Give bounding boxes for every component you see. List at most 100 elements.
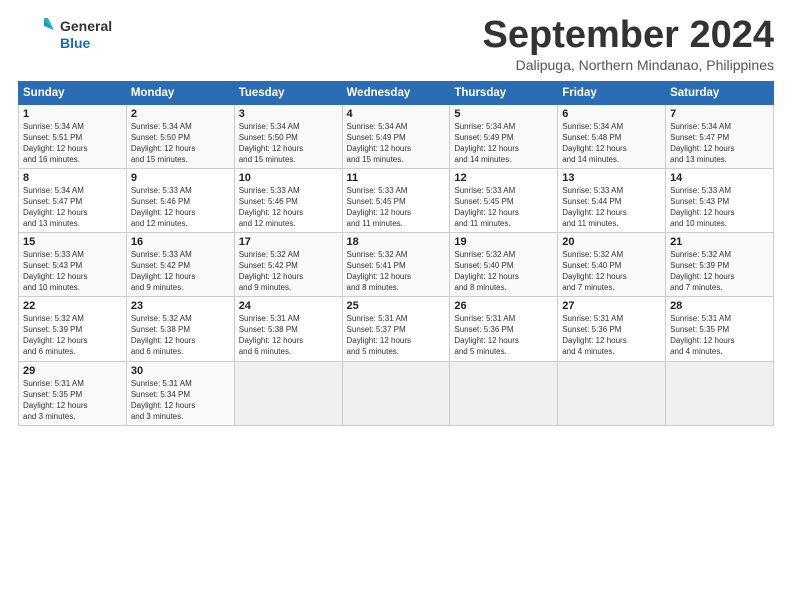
day-info: Sunrise: 5:34 AMSunset: 5:49 PMDaylight:…: [347, 121, 446, 165]
empty-cell: [666, 361, 774, 425]
day-number: 18: [347, 236, 446, 248]
day-info: Sunrise: 5:32 AMSunset: 5:38 PMDaylight:…: [131, 313, 230, 357]
day-info: Sunrise: 5:34 AMSunset: 5:50 PMDaylight:…: [239, 121, 338, 165]
day-cell: 3Sunrise: 5:34 AMSunset: 5:50 PMDaylight…: [234, 105, 342, 169]
day-number: 28: [670, 300, 769, 312]
month-title: September 2024: [483, 14, 775, 57]
day-cell: 7Sunrise: 5:34 AMSunset: 5:47 PMDaylight…: [666, 105, 774, 169]
title-block: September 2024Dalipuga, Northern Mindana…: [483, 14, 775, 73]
day-cell: 18Sunrise: 5:32 AMSunset: 5:41 PMDayligh…: [342, 233, 450, 297]
day-cell: 17Sunrise: 5:32 AMSunset: 5:42 PMDayligh…: [234, 233, 342, 297]
logo: GeneralBlue: [18, 14, 112, 55]
day-number: 15: [23, 236, 122, 248]
day-number: 30: [131, 365, 230, 377]
col-friday: Friday: [558, 82, 666, 105]
day-info: Sunrise: 5:31 AMSunset: 5:37 PMDaylight:…: [347, 313, 446, 357]
day-info: Sunrise: 5:34 AMSunset: 5:51 PMDaylight:…: [23, 121, 122, 165]
col-saturday: Saturday: [666, 82, 774, 105]
day-cell: 26Sunrise: 5:31 AMSunset: 5:36 PMDayligh…: [450, 297, 558, 361]
day-cell: 6Sunrise: 5:34 AMSunset: 5:48 PMDaylight…: [558, 105, 666, 169]
col-thursday: Thursday: [450, 82, 558, 105]
empty-cell: [234, 361, 342, 425]
calendar-table: SundayMondayTuesdayWednesdayThursdayFrid…: [18, 81, 774, 426]
day-number: 3: [239, 108, 338, 120]
day-info: Sunrise: 5:34 AMSunset: 5:47 PMDaylight:…: [670, 121, 769, 165]
day-number: 8: [23, 172, 122, 184]
day-number: 11: [347, 172, 446, 184]
day-cell: 4Sunrise: 5:34 AMSunset: 5:49 PMDaylight…: [342, 105, 450, 169]
day-number: 12: [454, 172, 553, 184]
day-info: Sunrise: 5:31 AMSunset: 5:35 PMDaylight:…: [670, 313, 769, 357]
col-sunday: Sunday: [19, 82, 127, 105]
empty-cell: [558, 361, 666, 425]
logo-icon: [18, 14, 54, 55]
day-cell: 14Sunrise: 5:33 AMSunset: 5:43 PMDayligh…: [666, 169, 774, 233]
day-info: Sunrise: 5:33 AMSunset: 5:46 PMDaylight:…: [131, 185, 230, 229]
day-number: 25: [347, 300, 446, 312]
day-info: Sunrise: 5:33 AMSunset: 5:45 PMDaylight:…: [454, 185, 553, 229]
day-info: Sunrise: 5:33 AMSunset: 5:44 PMDaylight:…: [562, 185, 661, 229]
day-number: 5: [454, 108, 553, 120]
day-info: Sunrise: 5:34 AMSunset: 5:50 PMDaylight:…: [131, 121, 230, 165]
day-cell: 22Sunrise: 5:32 AMSunset: 5:39 PMDayligh…: [19, 297, 127, 361]
logo-svg: [18, 14, 54, 50]
day-number: 24: [239, 300, 338, 312]
day-number: 20: [562, 236, 661, 248]
day-cell: 28Sunrise: 5:31 AMSunset: 5:35 PMDayligh…: [666, 297, 774, 361]
col-tuesday: Tuesday: [234, 82, 342, 105]
day-number: 13: [562, 172, 661, 184]
day-number: 29: [23, 365, 122, 377]
day-cell: 16Sunrise: 5:33 AMSunset: 5:42 PMDayligh…: [126, 233, 234, 297]
day-info: Sunrise: 5:31 AMSunset: 5:35 PMDaylight:…: [23, 378, 122, 422]
day-info: Sunrise: 5:33 AMSunset: 5:42 PMDaylight:…: [131, 249, 230, 293]
day-cell: 30Sunrise: 5:31 AMSunset: 5:34 PMDayligh…: [126, 361, 234, 425]
day-number: 17: [239, 236, 338, 248]
day-info: Sunrise: 5:32 AMSunset: 5:39 PMDaylight:…: [670, 249, 769, 293]
empty-cell: [450, 361, 558, 425]
day-cell: 27Sunrise: 5:31 AMSunset: 5:36 PMDayligh…: [558, 297, 666, 361]
page-container: GeneralBlue September 2024Dalipuga, North…: [0, 0, 792, 434]
day-cell: 25Sunrise: 5:31 AMSunset: 5:37 PMDayligh…: [342, 297, 450, 361]
day-number: 10: [239, 172, 338, 184]
day-cell: 13Sunrise: 5:33 AMSunset: 5:44 PMDayligh…: [558, 169, 666, 233]
day-number: 23: [131, 300, 230, 312]
day-info: Sunrise: 5:31 AMSunset: 5:36 PMDaylight:…: [562, 313, 661, 357]
day-info: Sunrise: 5:32 AMSunset: 5:40 PMDaylight:…: [454, 249, 553, 293]
day-info: Sunrise: 5:32 AMSunset: 5:40 PMDaylight:…: [562, 249, 661, 293]
day-info: Sunrise: 5:32 AMSunset: 5:42 PMDaylight:…: [239, 249, 338, 293]
day-info: Sunrise: 5:32 AMSunset: 5:39 PMDaylight:…: [23, 313, 122, 357]
col-wednesday: Wednesday: [342, 82, 450, 105]
day-cell: 20Sunrise: 5:32 AMSunset: 5:40 PMDayligh…: [558, 233, 666, 297]
day-cell: 11Sunrise: 5:33 AMSunset: 5:45 PMDayligh…: [342, 169, 450, 233]
day-number: 14: [670, 172, 769, 184]
day-cell: 5Sunrise: 5:34 AMSunset: 5:49 PMDaylight…: [450, 105, 558, 169]
col-monday: Monday: [126, 82, 234, 105]
day-cell: 29Sunrise: 5:31 AMSunset: 5:35 PMDayligh…: [19, 361, 127, 425]
day-cell: 8Sunrise: 5:34 AMSunset: 5:47 PMDaylight…: [19, 169, 127, 233]
day-info: Sunrise: 5:33 AMSunset: 5:46 PMDaylight:…: [239, 185, 338, 229]
location-subtitle: Dalipuga, Northern Mindanao, Philippines: [483, 57, 775, 73]
day-number: 19: [454, 236, 553, 248]
day-cell: 2Sunrise: 5:34 AMSunset: 5:50 PMDaylight…: [126, 105, 234, 169]
day-info: Sunrise: 5:31 AMSunset: 5:36 PMDaylight:…: [454, 313, 553, 357]
day-cell: 23Sunrise: 5:32 AMSunset: 5:38 PMDayligh…: [126, 297, 234, 361]
day-number: 2: [131, 108, 230, 120]
day-number: 6: [562, 108, 661, 120]
day-cell: 10Sunrise: 5:33 AMSunset: 5:46 PMDayligh…: [234, 169, 342, 233]
day-cell: 12Sunrise: 5:33 AMSunset: 5:45 PMDayligh…: [450, 169, 558, 233]
day-info: Sunrise: 5:34 AMSunset: 5:49 PMDaylight:…: [454, 121, 553, 165]
day-cell: 19Sunrise: 5:32 AMSunset: 5:40 PMDayligh…: [450, 233, 558, 297]
day-number: 16: [131, 236, 230, 248]
day-info: Sunrise: 5:33 AMSunset: 5:43 PMDaylight:…: [23, 249, 122, 293]
day-cell: 9Sunrise: 5:33 AMSunset: 5:46 PMDaylight…: [126, 169, 234, 233]
day-number: 9: [131, 172, 230, 184]
empty-cell: [342, 361, 450, 425]
day-info: Sunrise: 5:34 AMSunset: 5:47 PMDaylight:…: [23, 185, 122, 229]
table-row: 29Sunrise: 5:31 AMSunset: 5:35 PMDayligh…: [19, 361, 774, 425]
day-number: 1: [23, 108, 122, 120]
day-info: Sunrise: 5:31 AMSunset: 5:34 PMDaylight:…: [131, 378, 230, 422]
table-row: 22Sunrise: 5:32 AMSunset: 5:39 PMDayligh…: [19, 297, 774, 361]
day-number: 4: [347, 108, 446, 120]
day-cell: 15Sunrise: 5:33 AMSunset: 5:43 PMDayligh…: [19, 233, 127, 297]
table-row: 1Sunrise: 5:34 AMSunset: 5:51 PMDaylight…: [19, 105, 774, 169]
